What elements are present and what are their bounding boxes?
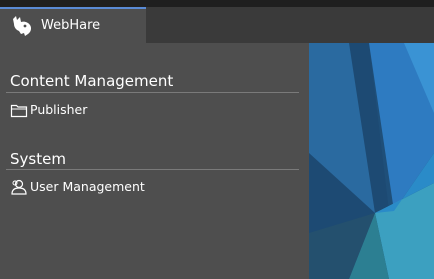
background-artwork <box>309 43 434 279</box>
section-divider <box>6 169 299 170</box>
app-name: WebHare <box>41 18 101 33</box>
sidebar-item-label: Publisher <box>30 102 88 117</box>
sidebar-item-label: User Management <box>30 179 145 194</box>
app-tab-webhare[interactable]: WebHare <box>0 7 146 43</box>
section-divider <box>6 92 299 93</box>
top-bar: WebHare <box>0 0 434 43</box>
sidebar-item-publisher[interactable]: Publisher <box>8 100 208 120</box>
sidebar: Content Management Publisher System User… <box>0 43 309 279</box>
folder-icon <box>10 102 28 118</box>
sidebar-item-user-management[interactable]: User Management <box>8 177 208 197</box>
top-bar-edge <box>0 0 434 7</box>
section-title-system: System <box>10 150 66 168</box>
user-management-icon <box>10 179 28 195</box>
section-title-content-management: Content Management <box>10 72 174 90</box>
webhare-logo-icon <box>10 15 34 37</box>
